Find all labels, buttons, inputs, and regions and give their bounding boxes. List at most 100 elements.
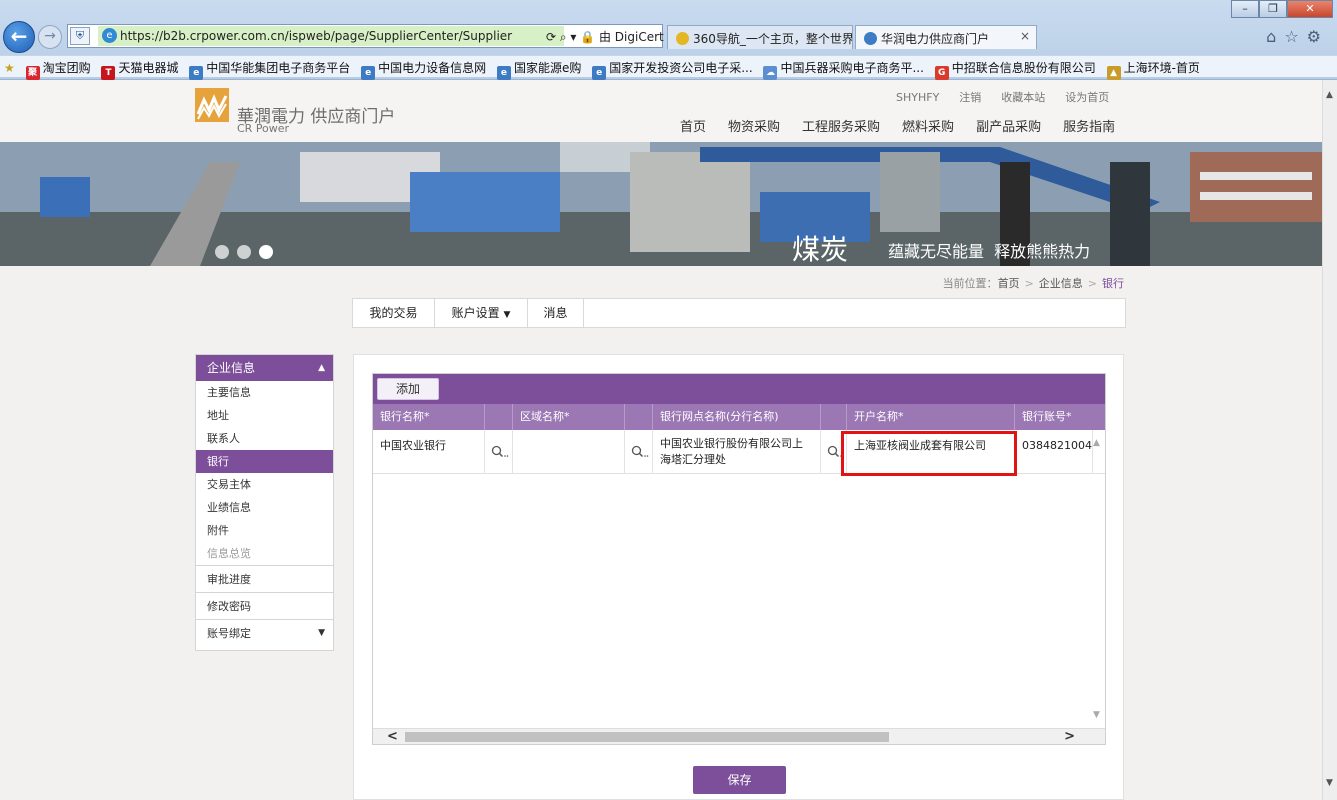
favorites-bar: ★ 聚淘宝团购 T 天猫电器城 e 中国华能集团电子商务平台 e 中国电力设备信息网 … [0,55,1337,80]
bookmark-icon: e [361,66,376,80]
sidebar-item-contacts[interactable]: 联系人 [196,427,333,450]
cell-branch[interactable]: 中国农业银行股份有限公司上海塔汇分理处 [653,430,821,474]
username-link[interactable]: SHYHFY [896,91,939,104]
scroll-right-icon[interactable]: > [1064,729,1075,744]
cell-account-number[interactable]: 03848210040 [1015,430,1093,474]
scroll-left-icon[interactable]: < [387,729,398,744]
sub-nav: 我的交易 账户设置 ▼ 消息 [352,298,1126,328]
column-header-account-number[interactable]: 银行账号* [1015,404,1105,430]
logout-link[interactable]: 注销 [959,91,981,104]
sidebar-item-performance[interactable]: 业绩信息 [196,496,333,519]
site-header: 華潤電力 供应商门户 CR Power SHYHFY 注销 收藏本站 设为首页 首页物… [0,80,1322,142]
forward-button[interactable]: → [38,25,62,49]
bookmark-site-link[interactable]: 收藏本站 [1001,91,1045,104]
subnav-messages[interactable]: 消息 [528,299,584,327]
chevron-down-icon: ▼ [318,628,325,638]
column-header-bank-name[interactable]: 银行名称* [373,404,485,430]
bookmark-icon: e [496,66,511,80]
nav-service-guide[interactable]: 服务指南 [1063,120,1115,135]
window-controls: – ❐ ✕ [1231,0,1333,18]
set-homepage-link[interactable]: 设为首页 [1065,91,1109,104]
bookmark-item[interactable]: ▲ 上海环境-首页 [1106,59,1200,80]
tab-360[interactable]: 360导航_一个主页，整个世界 [667,25,853,49]
add-button[interactable]: 添加 [377,378,439,400]
bookmark-icon: e [592,66,607,80]
favorites-star-icon[interactable]: ☆ [1284,27,1306,46]
breadcrumb-prefix: 当前位置： [942,277,998,290]
nav-materials[interactable]: 物资采购 [728,120,780,135]
sidebar-item-attachments[interactable]: 附件 [196,519,333,542]
breadcrumb-home[interactable]: 首页 [998,277,1020,290]
subnav-my-transactions[interactable]: 我的交易 [353,299,435,327]
nav-fuel[interactable]: 燃料采购 [902,120,954,135]
region-lookup[interactable] [625,430,653,474]
arrow-right-icon: → [44,28,56,44]
address-bar[interactable]: ⛨ e https://b2b.crpower.com.cn/ispweb/pa… [67,24,705,48]
url-text[interactable]: https://b2b.crpower.com.cn/ispweb/page/S… [120,29,548,43]
bookmark-item[interactable]: 聚淘宝团购 [25,59,91,80]
sidebar-account-binding[interactable]: 账号绑定 ▼ [196,619,333,646]
minimize-button[interactable]: – [1231,0,1259,18]
close-tab-icon[interactable]: × [1020,29,1030,43]
scroll-down-icon[interactable]: ▼ [1093,710,1100,720]
scrollbar-thumb[interactable] [405,732,889,742]
sidebar: 企业信息 ▲ 主要信息 地址 联系人 银行 交易主体 业绩信息 附件 信息总览 审… [195,354,334,651]
sidebar-change-password[interactable]: 修改密码 [196,592,333,619]
close-window-button[interactable]: ✕ [1287,0,1333,18]
annotation-red-box [841,431,1017,476]
bookmark-item[interactable]: ☁ 中国兵器采购电子商务平... [763,59,924,80]
nav-byproducts[interactable]: 副产品采购 [976,120,1041,135]
browser-chrome: ← → ⛨ e https://b2b.crpower.com.cn/ispwe… [0,0,1337,80]
bookmark-item[interactable]: e 中国华能集团电子商务平台 [189,59,350,80]
tab-crpower[interactable]: 华润电力供应商门户 × [855,25,1037,49]
browser-toolbar-icons: ⌂☆⚙ [1266,27,1329,46]
nav-home[interactable]: 首页 [680,120,706,135]
save-button[interactable]: 保存 [693,766,786,794]
sidebar-header[interactable]: 企业信息 ▲ [196,355,333,381]
column-header-branch[interactable]: 银行网点名称(分行名称) [653,404,821,430]
sidebar-item-trading-entity[interactable]: 交易主体 [196,473,333,496]
bookmark-item[interactable]: e 国家开发投资公司电子采... [592,59,753,80]
arrow-left-icon: ← [10,24,28,48]
sidebar-approval-progress[interactable]: 审批进度 [196,565,333,592]
bookmark-item[interactable]: e 中国电力设备信息网 [361,59,486,80]
bookmark-item[interactable]: G 中招联合信息股份有限公司 [934,59,1096,80]
page-vertical-scrollbar[interactable]: ▲ ▼ [1322,80,1337,800]
home-icon[interactable]: ⌂ [1266,27,1284,46]
bookmark-icon: T [101,66,116,80]
bank-name-lookup[interactable] [485,430,513,474]
content-panel: 添加 银行名称* 区域名称* 银行网点名称(分行名称) 开户名称* 银行账号* … [353,354,1124,800]
chevron-down-icon: ▼ [503,310,511,320]
nav-engineering[interactable]: 工程服务采购 [802,120,880,135]
top-links: SHYHFY 注销 收藏本站 设为首页 [896,89,1129,105]
scroll-up-icon[interactable]: ▲ [1326,90,1333,100]
bookmark-item[interactable]: e 国家能源e购 [496,59,581,80]
compat-shield-icon[interactable]: ⛨ [70,27,90,45]
sidebar-item-address[interactable]: 地址 [196,404,333,427]
sidebar-item-bank[interactable]: 银行 [196,450,333,473]
scroll-down-icon[interactable]: ▼ [1326,778,1333,788]
chevron-up-icon: ▲ [318,363,325,373]
column-header-spacer [485,404,513,430]
tab-label: 华润电力供应商门户 [881,32,990,46]
add-favorite-star-icon[interactable]: ★ [4,61,15,75]
sidebar-item-main-info[interactable]: 主要信息 [196,381,333,404]
subnav-account-settings[interactable]: 账户设置 ▼ [435,299,528,327]
scroll-up-icon[interactable]: ▲ [1093,438,1100,448]
column-header-spacer [625,404,653,430]
breadcrumb-bank: 银行 [1102,277,1124,290]
back-button[interactable]: ← [3,21,35,53]
breadcrumb-company-info[interactable]: 企业信息 [1039,277,1083,290]
grid-vertical-scrollbar[interactable]: ▲ ▼ [1089,430,1105,728]
column-header-account-name[interactable]: 开户名称* [847,404,1015,430]
crpower-logo-icon[interactable] [195,88,229,122]
column-header-region[interactable]: 区域名称* [513,404,625,430]
gear-icon[interactable]: ⚙ [1307,27,1329,46]
restore-button[interactable]: ❐ [1259,0,1287,18]
cell-bank-name[interactable]: 中国农业银行 [373,430,485,474]
grid-horizontal-scrollbar[interactable]: < > [373,728,1105,744]
cell-region[interactable] [513,430,625,474]
bookmark-item[interactable]: T 天猫电器城 [101,59,178,80]
sidebar-item-overview[interactable]: 信息总览 [196,542,333,565]
bookmark-icon: 聚 [25,66,40,80]
